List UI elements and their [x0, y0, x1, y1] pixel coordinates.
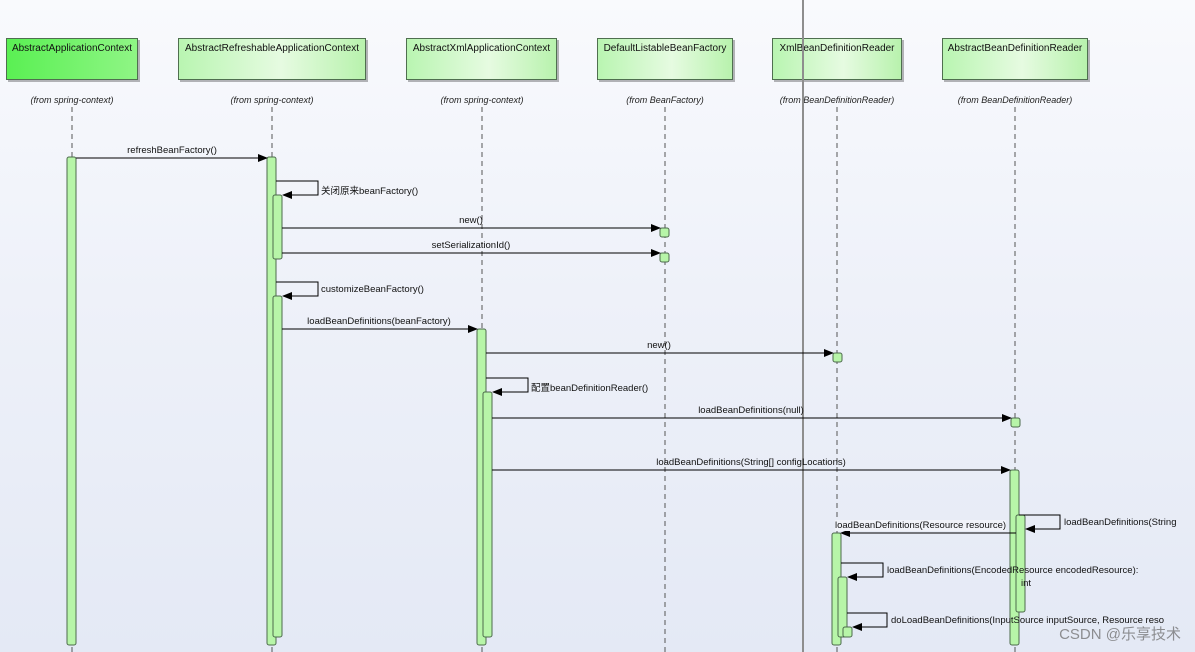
sequence-diagram-canvas: [66, 0, 1061, 652]
message-label-configure-reader: 配置beanDefinitionReader(): [531, 383, 649, 394]
message-label-load-bean-definitions-null: loadBeanDefinitions(null): [698, 405, 804, 416]
message-arrow-customize-bean-factory: [276, 281, 319, 300]
message-label-set-serialization-id: setSerializationId(): [431, 240, 511, 251]
message-label-load-bean-definitions-bean-factory: loadBeanDefinitions(beanFactory): [307, 316, 451, 327]
activation-bar: [842, 626, 853, 638]
message-arrow-configure-reader: [486, 377, 529, 396]
watermark: CSDN @乐享技术: [1059, 626, 1181, 643]
message-return-type-int: int: [1021, 578, 1032, 589]
message-label-refresh-bean-factory: refreshBeanFactory(): [127, 145, 217, 156]
activation-bar: [832, 352, 843, 363]
message-arrow-load-bean-definitions-encoded-resource: [841, 562, 884, 581]
activation-bar: [659, 252, 670, 263]
message-label-close-bean-factory: 关闭原来beanFactory(): [321, 186, 419, 197]
message-label-load-bean-definitions-resource: loadBeanDefinitions(Resource resource): [835, 520, 1007, 531]
message-arrow-close-bean-factory: [276, 180, 319, 199]
activation-bar: [1015, 514, 1026, 613]
message-label-load-bean-definitions-string: loadBeanDefinitions(String: [1064, 517, 1177, 528]
activation-bar: [272, 194, 283, 260]
activation-bar: [66, 156, 77, 646]
message-label-customize-bean-factory: customizeBeanFactory(): [321, 284, 424, 295]
message-label-load-bean-definitions-encoded-resource: loadBeanDefinitions(EncodedResource enco…: [887, 565, 1139, 576]
activation-bar: [272, 295, 283, 638]
activation-bar: [1010, 417, 1021, 428]
activation-bar: [659, 227, 670, 238]
message-label-load-bean-definitions-config-locations: loadBeanDefinitions(String[] configLocat…: [656, 457, 846, 468]
message-arrow-do-load-bean-definitions: [847, 612, 888, 631]
message-label-new-reader: new(): [647, 340, 671, 351]
activation-bar: [482, 391, 493, 638]
message-label-new-bean-factory: new(): [459, 215, 483, 226]
